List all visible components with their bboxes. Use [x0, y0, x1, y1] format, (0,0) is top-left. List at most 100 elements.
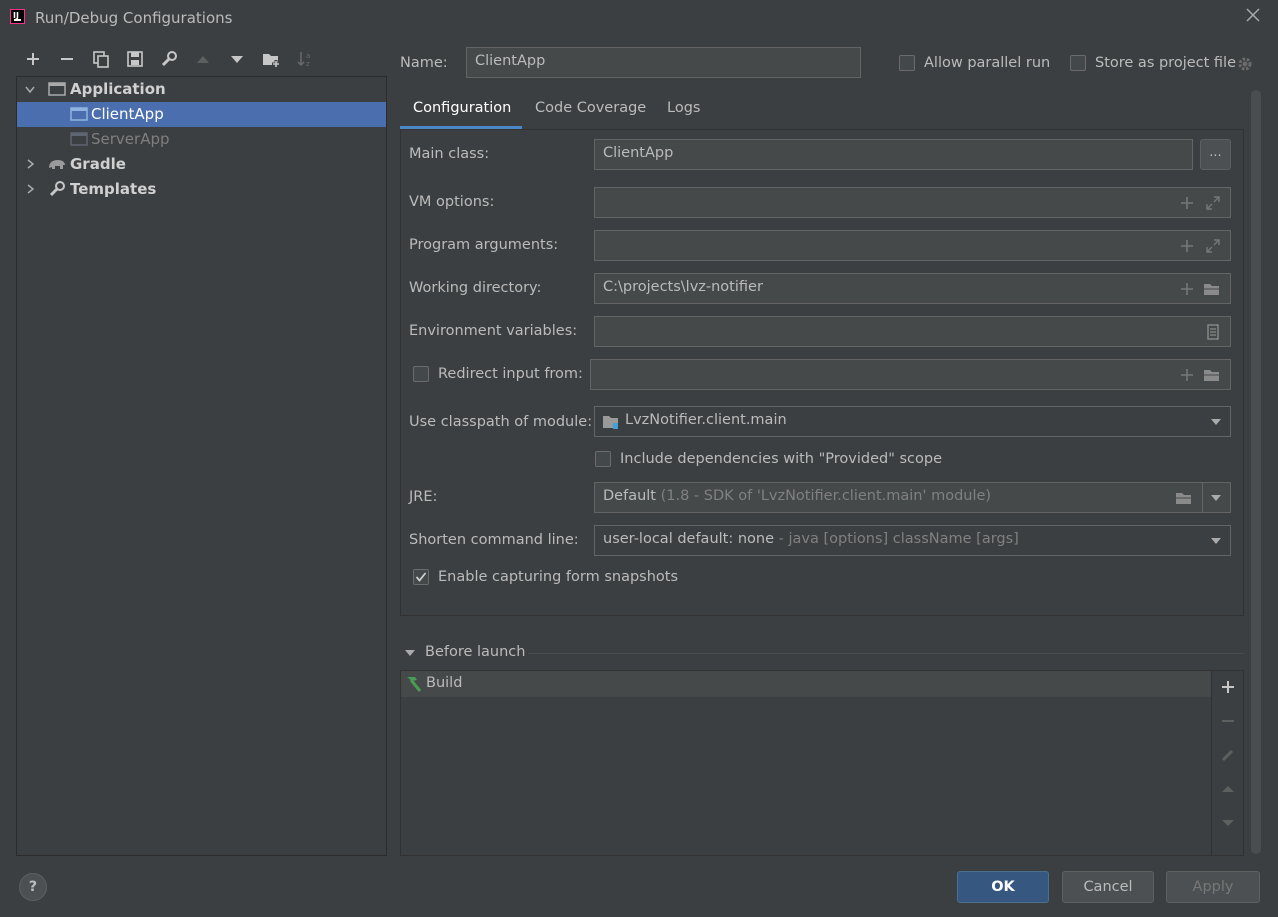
jre-input[interactable]: Default (1.8 - SDK of 'LvzNotifier.clien… [594, 482, 1203, 513]
folder-icon[interactable] [1203, 367, 1219, 383]
program-args-input[interactable] [594, 230, 1231, 261]
hammer-icon [407, 677, 422, 692]
svg-text:z: z [306, 60, 310, 68]
name-value: ClientApp [475, 53, 546, 69]
vm-options-label: VM options: [409, 194, 495, 210]
jre-value: Default [603, 488, 656, 504]
cancel-button[interactable]: Cancel [1062, 871, 1154, 903]
add-icon[interactable] [1179, 281, 1195, 297]
snapshots-label: Enable capturing form snapshots [438, 569, 679, 585]
tree-label-client-app: ClientApp [91, 105, 164, 123]
move-up-icon[interactable] [193, 49, 213, 69]
tree-label-server-app: ServerApp [91, 130, 170, 148]
sort-icon[interactable]: az [295, 49, 315, 69]
add-icon[interactable] [1179, 238, 1195, 254]
shorten-hint: - java [options] className [args] [778, 531, 1019, 547]
store-project-checkbox[interactable] [1070, 55, 1086, 71]
list-toolbar-divider [1211, 671, 1212, 855]
program-args-label: Program arguments: [409, 237, 559, 253]
expand-icon[interactable] [1205, 238, 1221, 254]
jre-label: JRE: [409, 489, 438, 505]
vm-options-input[interactable] [594, 187, 1231, 218]
tree-node-application[interactable]: Application [17, 77, 386, 102]
document-icon[interactable] [1205, 324, 1221, 340]
add-icon[interactable] [1179, 195, 1195, 211]
working-dir-input[interactable]: C:\projects\lvz-notifier [594, 273, 1231, 304]
name-input[interactable]: ClientApp [466, 47, 861, 78]
application-icon [70, 107, 88, 121]
move-down-icon[interactable] [1219, 814, 1237, 832]
save-icon[interactable] [125, 49, 145, 69]
env-vars-label: Environment variables: [409, 323, 578, 339]
main-class-label: Main class: [409, 146, 490, 162]
classpath-label: Use classpath of module: [409, 414, 593, 430]
include-deps-label: Include dependencies with "Provided" sco… [620, 451, 943, 467]
intellij-logo-icon: IJ [10, 9, 25, 24]
env-vars-input[interactable] [594, 316, 1231, 347]
chevron-right-icon[interactable] [25, 158, 37, 170]
classpath-select[interactable]: LvzNotifier.client.main [594, 406, 1231, 437]
tab-code-coverage[interactable]: Code Coverage [535, 100, 646, 116]
chevron-down-icon[interactable] [404, 648, 416, 658]
tree-node-client-app[interactable]: ClientApp [17, 102, 386, 127]
main-class-value: ClientApp [603, 145, 674, 161]
expand-icon[interactable] [1205, 195, 1221, 211]
chevron-right-icon[interactable] [25, 183, 37, 195]
remove-icon[interactable] [1219, 712, 1237, 730]
chevron-down-icon[interactable] [24, 84, 36, 96]
list-item[interactable]: Build [401, 671, 1211, 697]
svg-text:a: a [306, 52, 310, 60]
add-icon[interactable] [1219, 678, 1237, 696]
shorten-text: user-local default: none - java [options… [603, 531, 1019, 547]
redirect-input-checkbox[interactable] [413, 366, 429, 382]
configuration-tree[interactable]: Application ClientApp ServerApp Gradle T… [16, 76, 387, 856]
section-divider [528, 653, 1244, 654]
window-title: Run/Debug Configurations [35, 9, 233, 27]
chevron-down-icon[interactable] [1210, 417, 1226, 433]
before-launch-title[interactable]: Before launch [425, 644, 525, 660]
include-deps-checkbox[interactable] [595, 451, 611, 467]
tree-node-gradle[interactable]: Gradle [17, 152, 386, 177]
ok-button[interactable]: OK [957, 871, 1049, 903]
new-folder-icon[interactable] [261, 49, 281, 69]
remove-icon[interactable] [57, 49, 77, 69]
apply-button[interactable]: Apply [1166, 871, 1260, 903]
move-down-icon[interactable] [227, 49, 247, 69]
application-icon [70, 132, 88, 146]
jre-text: Default (1.8 - SDK of 'LvzNotifier.clien… [603, 488, 991, 504]
browse-button[interactable]: ... [1200, 139, 1231, 170]
gear-icon[interactable] [1236, 55, 1254, 73]
working-dir-value: C:\projects\lvz-notifier [603, 279, 763, 295]
folder-icon[interactable] [1203, 281, 1219, 297]
main-class-input[interactable]: ClientApp [594, 139, 1193, 170]
help-button[interactable]: ? [19, 873, 47, 901]
before-launch-list[interactable]: Build [400, 670, 1244, 856]
tab-configuration[interactable]: Configuration [413, 100, 511, 116]
tree-label-gradle: Gradle [70, 155, 126, 173]
chevron-down-icon[interactable] [1210, 536, 1226, 552]
wrench-icon[interactable] [159, 49, 179, 69]
copy-icon[interactable] [91, 49, 111, 69]
module-folder-icon [603, 416, 618, 429]
snapshots-checkbox[interactable] [413, 569, 429, 585]
allow-parallel-checkbox[interactable] [899, 55, 915, 71]
close-icon[interactable] [1243, 5, 1263, 25]
shorten-value: user-local default: none [603, 531, 775, 547]
add-icon[interactable] [23, 49, 43, 69]
folder-icon[interactable] [1175, 490, 1191, 506]
move-up-icon[interactable] [1219, 780, 1237, 798]
tab-logs[interactable]: Logs [667, 100, 700, 116]
tree-node-templates[interactable]: Templates [17, 177, 386, 202]
scrollbar-thumb[interactable] [1251, 90, 1261, 854]
jre-dropdown-button[interactable] [1202, 482, 1231, 513]
shorten-select[interactable]: user-local default: none - java [options… [594, 525, 1231, 556]
tree-node-server-app[interactable]: ServerApp [17, 127, 386, 152]
working-dir-label: Working directory: [409, 280, 542, 296]
application-icon [48, 82, 66, 96]
name-label: Name: [400, 55, 448, 71]
redirect-input-field[interactable] [590, 359, 1231, 390]
edit-icon[interactable] [1219, 746, 1237, 764]
add-icon[interactable] [1179, 367, 1195, 383]
jre-hint: (1.8 - SDK of 'LvzNotifier.client.main' … [660, 488, 992, 504]
tree-label-application: Application [70, 80, 166, 98]
